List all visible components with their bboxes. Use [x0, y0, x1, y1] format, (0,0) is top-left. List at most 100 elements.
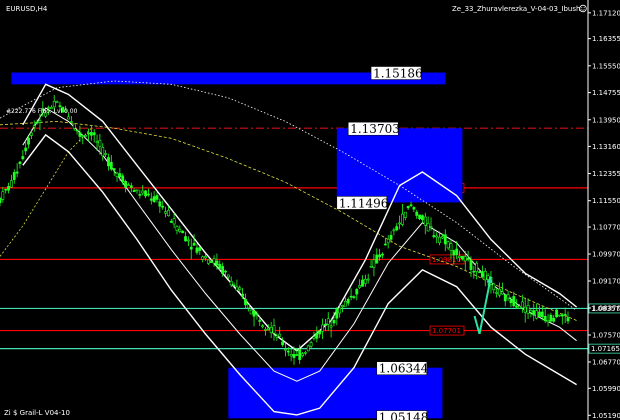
- candle-body: [478, 271, 481, 274]
- candle-body: [92, 132, 96, 136]
- candle-body: [189, 246, 193, 250]
- candle-body: [295, 354, 299, 356]
- candle-body: [309, 342, 313, 347]
- candle-body: [509, 299, 513, 303]
- candle-body: [255, 313, 259, 315]
- candle: [306, 344, 310, 352]
- candle-body: [286, 350, 290, 353]
- candle-body: [441, 236, 444, 239]
- candle-body: [264, 329, 267, 331]
- candle-body: [480, 271, 484, 278]
- candle-body: [215, 260, 219, 266]
- candle-body: [398, 222, 402, 225]
- candle-body: [121, 175, 125, 182]
- candle-body: [27, 137, 30, 145]
- box-label-text: 1.11496: [339, 196, 389, 210]
- candle-body: [343, 301, 347, 307]
- y-tick-label: 1.05190: [592, 412, 620, 420]
- candle-body: [349, 295, 353, 298]
- candle-body: [24, 147, 28, 152]
- candle-body: [403, 211, 407, 218]
- candle-body: [532, 310, 536, 316]
- candle-body: [566, 317, 570, 322]
- candle-body: [486, 275, 490, 280]
- candle-body: [361, 279, 364, 287]
- candle-body: [378, 254, 382, 258]
- candle-body: [147, 193, 150, 196]
- candle-body: [181, 230, 185, 234]
- candle-body: [366, 278, 370, 281]
- candle: [555, 309, 559, 318]
- candle-body: [338, 307, 342, 314]
- candle-body: [15, 171, 19, 174]
- candle-body: [495, 292, 499, 294]
- candle-body: [558, 314, 561, 317]
- candle-body: [155, 195, 159, 200]
- box-price-label: 1.13703: [347, 121, 400, 136]
- y-tick-label: 1.06770: [592, 358, 620, 366]
- line-price-tag: 1.07165: [588, 343, 620, 354]
- candle-body: [261, 325, 265, 328]
- candle-body: [198, 247, 202, 251]
- candle-body: [138, 194, 142, 196]
- candle-body: [409, 204, 413, 207]
- candle-body: [298, 348, 302, 360]
- candle-body: [172, 218, 176, 225]
- candle-body: [421, 215, 424, 221]
- candle-body: [10, 180, 13, 188]
- candle-body: [415, 211, 419, 216]
- y-tick-label: 1.08370: [592, 305, 620, 313]
- candle-body: [52, 100, 56, 108]
- candle-body: [323, 323, 327, 326]
- candle-body: [195, 247, 199, 253]
- candle-body: [201, 256, 205, 260]
- candle-body: [392, 229, 396, 232]
- candle-body: [161, 206, 165, 208]
- candle-body: [512, 296, 516, 307]
- candle-body: [372, 259, 376, 268]
- candle-body: [175, 226, 179, 231]
- candle-body: [538, 311, 541, 317]
- candle-body: [375, 254, 379, 264]
- candle-body: [72, 123, 76, 129]
- candle-body: [386, 238, 390, 244]
- y-tick-label: 1.13160: [592, 143, 620, 151]
- candle-body: [38, 120, 42, 123]
- candle-body: [7, 186, 10, 191]
- candle-body: [218, 263, 222, 269]
- y-tick-label: 1.10770: [592, 224, 620, 232]
- candle-body: [304, 352, 307, 354]
- candle-body: [540, 311, 544, 317]
- line-price-tag: 1.07701: [429, 325, 465, 336]
- candle-body: [520, 301, 524, 309]
- candle-body: [492, 283, 496, 291]
- candle-body: [383, 243, 387, 246]
- candle-body: [318, 330, 322, 335]
- candle-body: [443, 234, 447, 245]
- candle-body: [503, 294, 507, 302]
- candle-body: [432, 235, 436, 238]
- candle-body: [266, 327, 270, 330]
- candle-body: [381, 253, 384, 256]
- candle-body: [429, 226, 433, 228]
- candle-body: [232, 284, 236, 287]
- candle-body: [272, 325, 276, 334]
- candle-body: [4, 188, 8, 191]
- candle-body: [129, 185, 133, 188]
- candle-body: [332, 319, 336, 324]
- candle-body: [127, 184, 130, 186]
- y-tick-label: 1.11550: [592, 197, 620, 205]
- candle-body: [435, 235, 439, 238]
- zone-box: [336, 128, 463, 203]
- candle-body: [563, 314, 567, 316]
- candle-body: [555, 309, 559, 318]
- candle-body: [321, 324, 324, 332]
- y-tick-label: 1.16355: [592, 35, 620, 43]
- candle-body: [169, 220, 173, 223]
- candle-body: [184, 236, 187, 242]
- candle-body: [221, 266, 225, 274]
- box-price-label: 1.06344: [376, 361, 429, 376]
- candle-body: [506, 294, 510, 299]
- candle-body: [463, 256, 467, 262]
- candle-body: [352, 296, 356, 298]
